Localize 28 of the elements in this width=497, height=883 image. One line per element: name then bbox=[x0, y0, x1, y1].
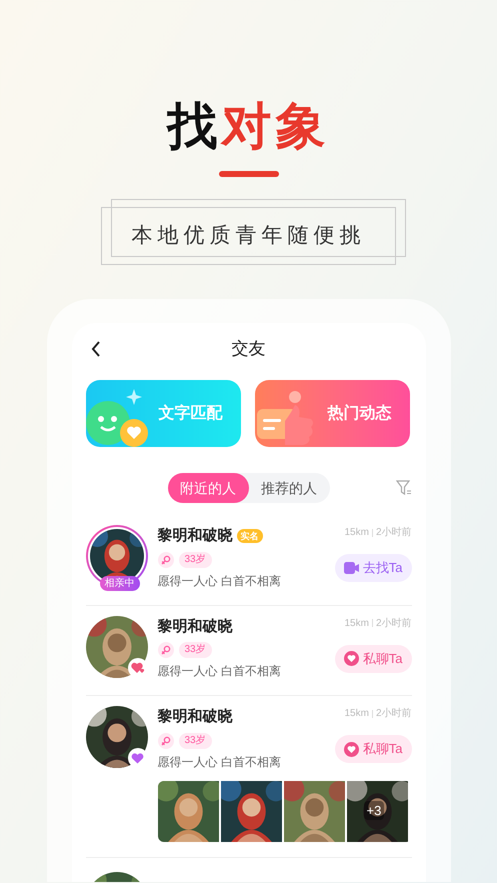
time-text: 2小时前 bbox=[376, 526, 412, 540]
distance-text: 15km bbox=[344, 616, 369, 630]
bio-text: 愿得一人心 白首不相离 bbox=[158, 663, 282, 680]
action-button[interactable]: 去找Ta bbox=[334, 554, 412, 582]
distance-text: 15km bbox=[344, 526, 369, 540]
screen-title: 交友 bbox=[232, 338, 266, 360]
feature-card[interactable]: 热门动态 bbox=[254, 380, 410, 447]
age-tag: 33岁 bbox=[178, 552, 212, 568]
time-text: 2小时前 bbox=[376, 616, 412, 630]
action-button[interactable]: 私聊Ta bbox=[334, 735, 412, 763]
bio-text: 愿得一人心 白首不相离 bbox=[158, 572, 282, 590]
user-name: 黎明和破晓 bbox=[158, 526, 232, 546]
headline: 找对象 bbox=[168, 95, 330, 157]
user-name: 黎明和破晓 bbox=[158, 616, 232, 636]
tagline: 本地优质青年随便挑 bbox=[101, 207, 396, 265]
verified-badge: 实名 bbox=[236, 529, 262, 544]
more-count: +3 bbox=[364, 800, 384, 820]
action-button[interactable]: 私聊Ta bbox=[334, 644, 412, 672]
tab[interactable]: 推荐的人 bbox=[248, 473, 330, 503]
feature-card[interactable]: 文字匹配 bbox=[86, 380, 240, 447]
status-badge: 相亲中 bbox=[100, 576, 140, 591]
tab[interactable]: 附近的人 bbox=[168, 473, 248, 503]
age-tag: 33岁 bbox=[178, 642, 212, 658]
bio-text: 愿得一人心 白首不相离 bbox=[158, 754, 282, 770]
age-tag: 33岁 bbox=[178, 732, 212, 748]
time-text: 2小时前 bbox=[376, 706, 412, 721]
user-name: 黎明和破晓 bbox=[158, 707, 232, 727]
distance-text: 15km bbox=[344, 707, 369, 721]
